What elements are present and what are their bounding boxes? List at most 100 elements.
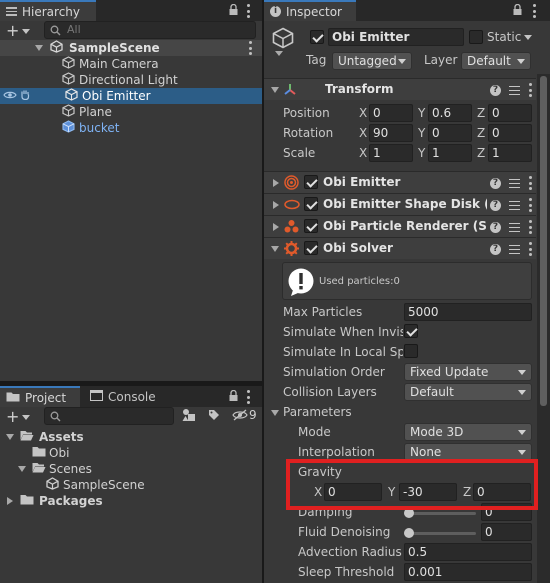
project-asset-samplescene[interactable]: SampleScene xyxy=(0,477,262,493)
mode-dropdown[interactable]: Mode 3D xyxy=(404,423,532,441)
inspector-scrollbar-thumb[interactable] xyxy=(540,76,547,406)
project-menu-icon[interactable] xyxy=(246,390,250,404)
project-search-input[interactable] xyxy=(44,407,174,425)
project-folder-assets[interactable]: Assets xyxy=(0,429,262,445)
rotation-z-label[interactable]: Z xyxy=(477,126,485,140)
scale-y-label[interactable]: Y xyxy=(418,146,425,160)
layer-dropdown[interactable]: Default xyxy=(461,52,531,70)
fluid-denoising-slider-knob[interactable] xyxy=(404,528,414,538)
visibility-eye-icon[interactable] xyxy=(3,89,17,103)
fluid-denoising-slider-track[interactable] xyxy=(404,532,476,535)
inspector-scrollbar[interactable] xyxy=(537,74,550,583)
active-toggle-chevron-icon[interactable] xyxy=(275,51,283,56)
hierarchy-add-button[interactable]: + xyxy=(6,23,34,39)
hierarchy-item-main-camera[interactable]: Main Camera xyxy=(0,56,262,72)
project-folder-obi[interactable]: Obi xyxy=(0,445,262,461)
help-icon[interactable]: ? xyxy=(490,177,501,189)
component-enabled-checkbox[interactable] xyxy=(304,219,318,233)
rotation-y-label[interactable]: Y xyxy=(418,126,425,140)
used-particles-infobox: Used particles:0 xyxy=(282,262,532,300)
static-checkbox[interactable] xyxy=(469,30,483,44)
help-icon[interactable]: ? xyxy=(490,199,501,211)
position-x-field[interactable]: 0 xyxy=(369,104,413,122)
simulate-local-checkbox[interactable] xyxy=(404,344,418,358)
project-folder-scenes[interactable]: Scenes xyxy=(0,461,262,477)
sleep-threshold-field[interactable]: 0.001 xyxy=(404,563,532,581)
component-menu-icon[interactable] xyxy=(528,176,532,190)
scene-menu-icon[interactable] xyxy=(248,41,252,55)
component-menu-icon[interactable] xyxy=(528,198,532,212)
object-name-field[interactable]: Obi Emitter xyxy=(328,28,464,46)
tab-console[interactable]: Console xyxy=(84,386,164,407)
scale-z-field[interactable]: 1 xyxy=(488,144,532,162)
component-enabled-checkbox[interactable] xyxy=(304,241,318,255)
component-menu-icon[interactable] xyxy=(528,242,532,256)
rotation-z-field[interactable]: 0 xyxy=(488,124,532,142)
rotation-x-field[interactable]: 90 xyxy=(369,124,413,142)
preset-sliders-icon[interactable] xyxy=(509,222,520,232)
scale-x-label[interactable]: X xyxy=(359,146,367,160)
position-z-label[interactable]: Z xyxy=(477,106,485,120)
lock-icon[interactable] xyxy=(229,389,238,404)
hierarchy-item-directional-light[interactable]: Directional Light xyxy=(0,72,262,88)
active-checkbox[interactable] xyxy=(310,30,324,44)
help-icon[interactable]: ? xyxy=(490,84,501,96)
hierarchy-menu-icon[interactable] xyxy=(246,4,250,18)
hierarchy-item-plane[interactable]: Plane xyxy=(0,104,262,120)
simulate-invisible-checkbox[interactable] xyxy=(404,324,418,338)
preset-sliders-icon[interactable] xyxy=(509,200,520,210)
position-y-label[interactable]: Y xyxy=(418,106,425,120)
folder-label: Packages xyxy=(39,494,103,508)
tab-hierarchy[interactable]: Hierarchy xyxy=(0,0,96,21)
help-icon[interactable]: ? xyxy=(490,243,501,255)
scale-x-field[interactable]: 1 xyxy=(369,144,413,162)
transform-header[interactable]: Transform ? xyxy=(264,78,536,100)
scale-y-field[interactable]: 1 xyxy=(428,144,472,162)
component-header-obi-solver[interactable]: Obi Solver ? xyxy=(264,237,536,259)
component-enabled-checkbox[interactable] xyxy=(304,175,318,189)
search-by-label-icon[interactable] xyxy=(208,409,220,424)
advection-radius-field[interactable]: 0.5 xyxy=(404,543,532,561)
component-enabled-checkbox[interactable] xyxy=(304,197,318,211)
preset-sliders-icon[interactable] xyxy=(509,178,520,188)
preset-sliders-icon[interactable] xyxy=(509,85,520,95)
scale-z-label[interactable]: Z xyxy=(477,146,485,160)
help-icon[interactable]: ? xyxy=(490,221,501,233)
static-dropdown-chevron-icon[interactable] xyxy=(524,35,532,40)
pickable-hand-icon[interactable] xyxy=(20,89,31,103)
rotation-y-field[interactable]: 0 xyxy=(428,124,472,142)
component-menu-icon[interactable] xyxy=(528,83,532,97)
preset-sliders-icon[interactable] xyxy=(509,244,520,254)
position-y-field[interactable]: 0.6 xyxy=(428,104,472,122)
hidden-packages-icon[interactable] xyxy=(232,409,248,424)
max-particles-field[interactable]: 5000 xyxy=(404,303,532,321)
search-by-type-icon[interactable] xyxy=(182,408,196,425)
position-x-label[interactable]: X xyxy=(359,106,367,120)
component-header-obi-emitter[interactable]: Obi Emitter ? xyxy=(264,171,536,193)
project-add-button[interactable]: + xyxy=(6,409,34,425)
scene-row[interactable]: SampleScene xyxy=(0,40,262,56)
component-menu-icon[interactable] xyxy=(528,220,532,234)
static-label[interactable]: Static xyxy=(487,30,521,44)
hierarchy-item-obi-emitter[interactable]: Obi Emitter xyxy=(0,88,262,104)
simulation-order-dropdown[interactable]: Fixed Update xyxy=(404,363,532,381)
parameters-label[interactable]: Parameters xyxy=(283,405,352,419)
inspector-menu-icon[interactable] xyxy=(532,4,536,18)
component-header-particle-renderer[interactable]: Obi Particle Renderer (Sc ? xyxy=(264,215,536,237)
tag-dropdown[interactable]: Untagged xyxy=(332,52,412,70)
component-header-emitter-shape-disk[interactable]: Obi Emitter Shape Disk (S ? xyxy=(264,193,536,215)
lock-icon[interactable] xyxy=(513,3,522,18)
damping-slider-track[interactable] xyxy=(404,512,476,515)
collision-layers-dropdown[interactable]: Default xyxy=(404,383,532,401)
rotation-x-label[interactable]: X xyxy=(359,126,367,140)
hierarchy-search-input[interactable]: All xyxy=(44,21,256,39)
tab-project[interactable]: Project xyxy=(0,386,80,407)
project-folder-packages[interactable]: Packages xyxy=(0,493,262,509)
parameters-expand-arrow-icon[interactable] xyxy=(271,410,279,416)
gameobject-cube-icon xyxy=(62,104,75,120)
hierarchy-item-bucket[interactable]: bucket xyxy=(0,120,262,136)
fluid-denoising-field[interactable]: 0 xyxy=(481,523,532,541)
lock-icon[interactable] xyxy=(229,3,238,15)
tab-inspector[interactable]: i Inspector xyxy=(264,0,356,21)
position-z-field[interactable]: 0 xyxy=(488,104,532,122)
